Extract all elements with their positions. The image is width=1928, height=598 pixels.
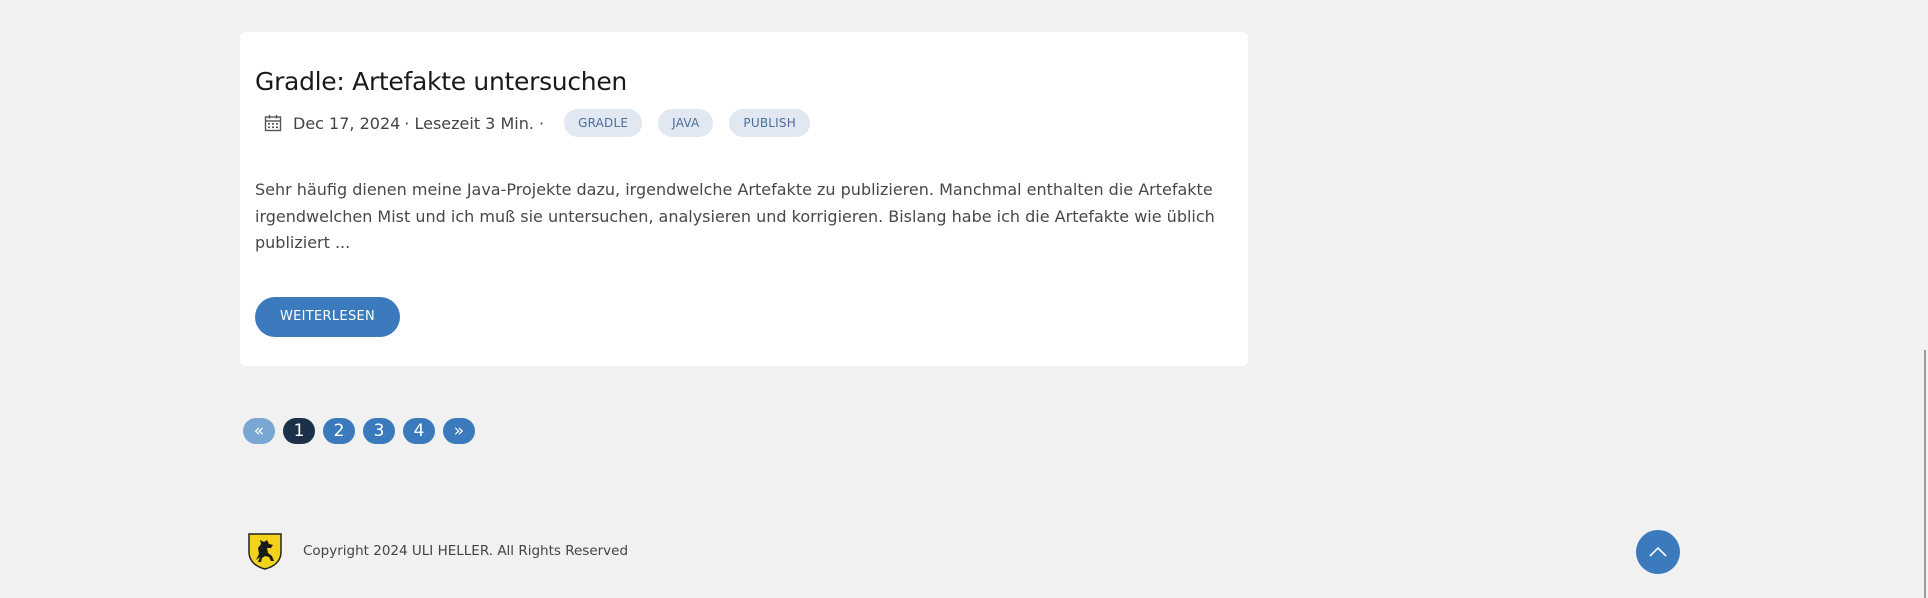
back-to-top-button[interactable]	[1636, 530, 1680, 574]
pagination-page-3[interactable]: 3	[363, 418, 395, 444]
footer: Copyright 2024 ULI HELLER. All Rights Re…	[247, 532, 628, 570]
post-excerpt: Sehr häufig dienen meine Java-Projekte d…	[255, 180, 1215, 252]
post-meta: Dec 17, 2024 · Lesezeit 3 Min. · GRADLE …	[255, 108, 1233, 138]
scrollbar-thumb[interactable]	[1924, 350, 1926, 598]
pagination-page-4[interactable]: 4	[403, 418, 435, 444]
pagination-next-button[interactable]: »	[443, 418, 475, 444]
tag-java[interactable]: JAVA	[658, 109, 714, 137]
pagination-page-2[interactable]: 2	[323, 418, 355, 444]
calendar-icon	[264, 115, 282, 132]
post-title[interactable]: Gradle: Artefakte untersuchen	[255, 66, 1233, 98]
pagination-page-1[interactable]: 1	[283, 418, 315, 444]
chevron-up-icon	[1649, 546, 1667, 557]
read-more-button[interactable]: WEITERLESEN	[255, 296, 401, 337]
tag-gradle[interactable]: GRADLE	[564, 109, 643, 137]
tag-publish[interactable]: PUBLISH	[729, 109, 810, 137]
copyright-text: Copyright 2024 ULI HELLER. All Rights Re…	[303, 543, 629, 559]
post-card: Gradle: Artefakte untersuchen Dec 17, 20…	[240, 32, 1248, 366]
pagination-prev-button[interactable]: «	[243, 418, 275, 444]
stuttgart-crest-logo	[248, 533, 282, 570]
pagination: « 1 2 3 4 »	[243, 418, 475, 444]
post-date: Dec 17, 2024	[293, 113, 401, 133]
reading-time: · Lesezeit 3 Min. ·	[404, 113, 545, 133]
